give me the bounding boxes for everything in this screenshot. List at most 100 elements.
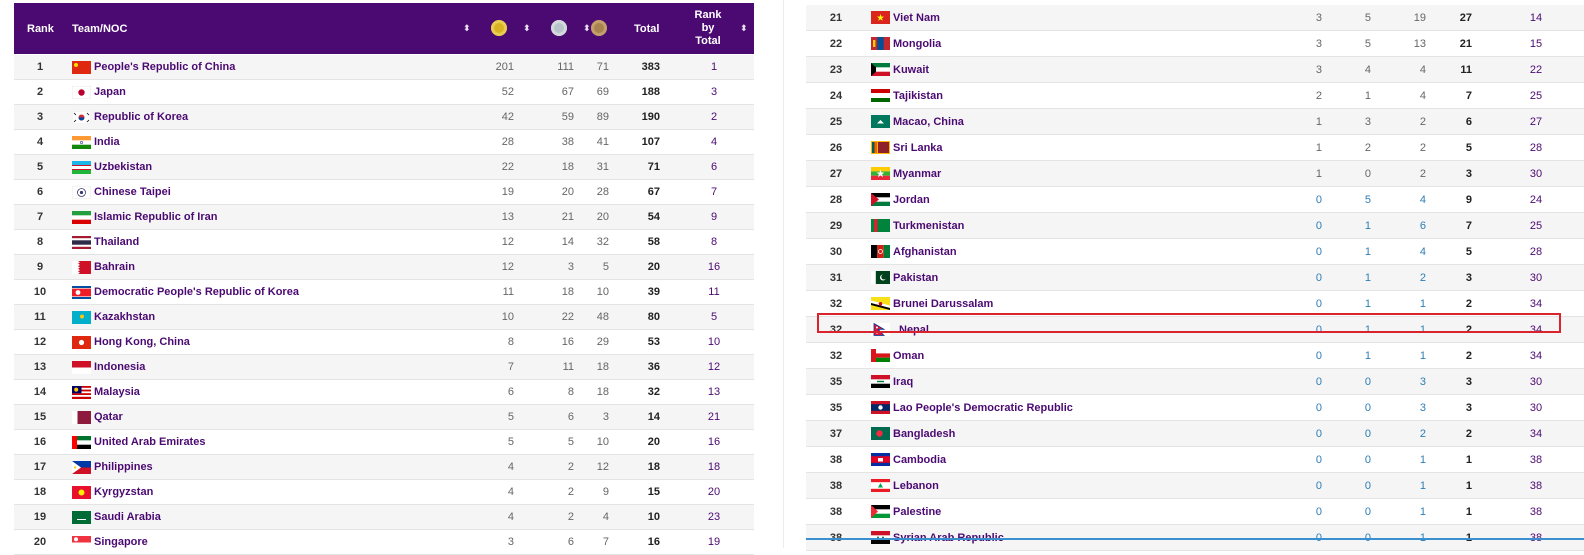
team-cell[interactable]: Jordan [871,187,1231,212]
team-name-link[interactable]: Lebanon [893,480,939,492]
table-row[interactable]: 18 Kyrgyzstan 4 2 9 15 20 [14,480,754,505]
team-name-link[interactable]: Bahrain [94,261,135,273]
team-name-link[interactable]: Indonesia [94,361,145,373]
team-cell[interactable]: Macao, China [871,109,1231,134]
table-row[interactable]: 26 Sri Lanka 1 2 2 5 28 [806,135,1584,161]
table-row[interactable]: 12 Hong Kong, China 8 16 29 53 10 [14,330,754,355]
team-cell[interactable]: Pakistan [871,265,1231,290]
team-name-link[interactable]: Thailand [94,236,139,248]
table-row[interactable]: 35 Lao People's Democratic Republic 0 0 3 3 30 [806,395,1584,421]
table-row[interactable]: 31 Pakistan 0 1 2 3 30 [806,265,1584,291]
team-cell[interactable]: People's Republic of China [72,55,432,79]
table-row[interactable]: 38 Palestine 0 0 1 1 38 [806,499,1584,525]
team-name-link[interactable]: Viet Nam [893,12,940,24]
team-cell[interactable]: Democratic People's Republic of Korea [72,280,432,304]
table-row[interactable]: 29 Turkmenistan 0 1 6 7 25 [806,213,1584,239]
table-row[interactable]: 37 Bangladesh 0 0 2 2 34 [806,421,1584,447]
team-cell[interactable]: Afghanistan [871,239,1231,264]
team-cell[interactable]: Lao People's Democratic Republic [871,395,1231,420]
table-row[interactable]: 7 Islamic Republic of Iran 13 21 20 54 9 [14,205,754,230]
team-cell[interactable]: United Arab Emirates [72,430,432,454]
team-cell[interactable]: Palestine [871,499,1231,524]
sort-rank-by-total-icon[interactable]: ⬍ [740,23,748,34]
team-name-link[interactable]: Mongolia [893,38,941,50]
table-row-highlighted[interactable]: 32 Nepal 0 1 1 2 34 [806,317,1584,343]
team-name-link[interactable]: Macao, China [893,116,964,128]
team-name-link[interactable]: Japan [94,86,126,98]
team-name-link[interactable]: Lao People's Democratic Republic [893,402,1073,414]
team-name-link[interactable]: Kazakhstan [94,311,155,323]
team-cell[interactable]: Kazakhstan [72,305,432,329]
team-name-link[interactable]: Malaysia [94,386,140,398]
table-row[interactable]: 38 Lebanon 0 0 1 1 38 [806,473,1584,499]
team-cell[interactable]: Bahrain [72,255,432,279]
table-row[interactable]: 25 Macao, China 1 3 2 6 27 [806,109,1584,135]
table-row[interactable]: 30 Afghanistan 0 1 4 5 28 [806,239,1584,265]
header-total[interactable]: Total [634,3,659,54]
team-cell[interactable]: Kuwait [871,57,1231,82]
team-cell[interactable]: Kyrgyzstan [72,480,432,504]
table-row[interactable]: 3 Republic of Korea 42 59 89 190 2 [14,105,754,130]
team-name-link[interactable]: Qatar [94,411,123,423]
table-row[interactable]: 16 United Arab Emirates 5 5 10 20 16 [14,430,754,455]
table-row[interactable]: 20 Singapore 3 6 7 16 19 [14,530,754,555]
table-row[interactable]: 2 Japan 52 67 69 188 3 [14,80,754,105]
table-row[interactable]: 15 Qatar 5 6 3 14 21 [14,405,754,430]
header-team[interactable]: Team/NOC [72,3,127,54]
team-name-link[interactable]: Philippines [94,461,153,473]
team-cell[interactable]: Japan [72,80,432,104]
team-cell[interactable]: Malaysia [72,380,432,404]
sort-silver-icon[interactable]: ⬍ [583,23,591,34]
team-cell[interactable]: Philippines [72,455,432,479]
table-row[interactable]: 19 Saudi Arabia 4 2 4 10 23 [14,505,754,530]
team-cell[interactable]: India [72,130,432,154]
team-name-link[interactable]: Kuwait [893,64,929,76]
team-name-link[interactable]: Afghanistan [893,246,957,258]
team-cell[interactable]: Uzbekistan [72,155,432,179]
team-cell[interactable]: Nepal [871,317,1231,342]
team-name-link[interactable]: Oman [893,350,924,362]
team-name-link[interactable]: People's Republic of China [94,61,235,73]
team-name-link[interactable]: Hong Kong, China [94,336,190,348]
header-rank-by-total[interactable]: Rank by Total [680,3,736,54]
team-name-link[interactable]: Tajikistan [893,90,943,102]
team-cell[interactable]: Chinese Taipei [72,180,432,204]
table-row[interactable]: 10 Democratic People's Republic of Korea 1… [14,280,754,305]
table-row[interactable]: 32 Oman 0 1 1 2 34 [806,343,1584,369]
table-row[interactable]: 22 Mongolia 3 5 13 21 15 [806,31,1584,57]
table-row[interactable]: 35 Iraq 0 0 3 3 30 [806,369,1584,395]
team-cell[interactable]: Mongolia [871,31,1231,56]
header-rank[interactable]: Rank [27,3,54,54]
team-cell[interactable]: Saudi Arabia [72,505,432,529]
team-name-link[interactable]: Sri Lanka [893,142,943,154]
team-name-link[interactable]: Jordan [893,194,930,206]
table-row[interactable]: 14 Malaysia 6 8 18 32 13 [14,380,754,405]
table-row[interactable]: 32 Brunei Darussalam 0 1 1 2 34 [806,291,1584,317]
table-row[interactable]: 38 Cambodia 0 0 1 1 38 [806,447,1584,473]
team-name-link[interactable]: India [94,136,120,148]
team-cell[interactable]: Lebanon [871,473,1231,498]
table-row[interactable]: 24 Tajikistan 2 1 4 7 25 [806,83,1584,109]
team-name-link[interactable]: Democratic People's Republic of Korea [94,286,299,298]
team-name-link[interactable]: Turkmenistan [893,220,964,232]
team-cell[interactable]: Myanmar [871,161,1231,186]
team-name-link[interactable]: Brunei Darussalam [893,298,993,310]
team-cell[interactable]: Singapore [72,530,432,554]
team-cell[interactable]: Sri Lanka [871,135,1231,160]
team-name-link[interactable]: Bangladesh [893,428,955,440]
table-row[interactable]: 21 Viet Nam 3 5 19 27 14 [806,5,1584,31]
team-name-link[interactable]: Palestine [893,506,941,518]
team-name-link[interactable]: Pakistan [893,272,938,284]
team-cell[interactable]: Oman [871,343,1231,368]
team-cell[interactable]: Thailand [72,230,432,254]
table-row[interactable]: 23 Kuwait 3 4 4 11 22 [806,57,1584,83]
team-name-link[interactable]: Cambodia [893,454,946,466]
table-row[interactable]: 27 Myanmar 1 0 2 3 30 [806,161,1584,187]
team-cell[interactable]: Republic of Korea [72,105,432,129]
team-name-link[interactable]: Islamic Republic of Iran [94,211,217,223]
table-row[interactable]: 11 Kazakhstan 10 22 48 80 5 [14,305,754,330]
team-cell[interactable]: Cambodia [871,447,1231,472]
team-cell[interactable]: Indonesia [72,355,432,379]
team-name-link[interactable]: Iraq [893,376,913,388]
table-row[interactable]: 5 Uzbekistan 22 18 31 71 6 [14,155,754,180]
